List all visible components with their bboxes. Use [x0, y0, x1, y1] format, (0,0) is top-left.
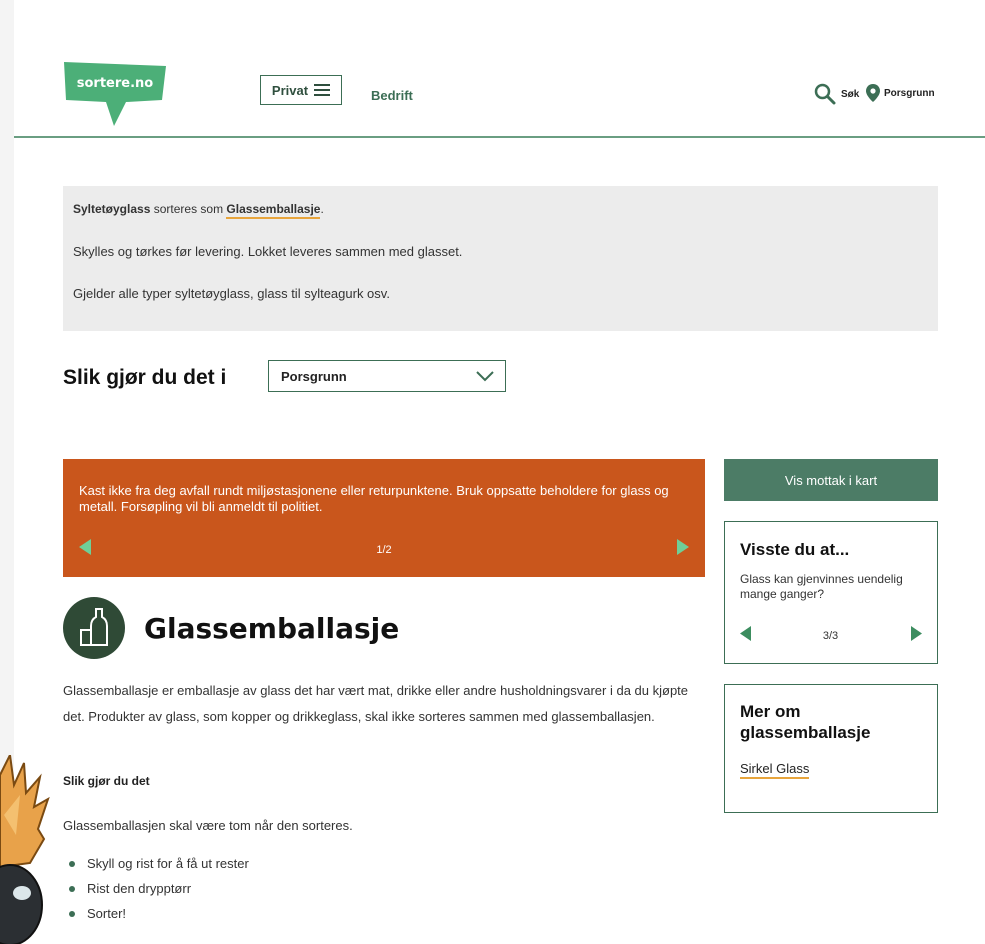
- list-item: Sorter!: [69, 905, 249, 930]
- arrow-right-icon[interactable]: [911, 626, 922, 641]
- category-link[interactable]: Glassemballasje: [226, 202, 321, 219]
- municipality-heading: Slik gjør du det i: [63, 366, 227, 389]
- facts-pager: 3/3: [822, 630, 839, 642]
- notice-message: Kast ikke fra deg avfall rundt miljøstas…: [79, 483, 669, 514]
- category-description: Glassemballasje er emballasje av glass d…: [63, 683, 689, 724]
- hamburger-menu-icon: [314, 84, 331, 96]
- item-name: Syltetøyglass: [73, 202, 151, 216]
- more-about-box: Mer om glassemballasje Sirkel Glass: [724, 684, 938, 813]
- how-to-heading: Slik gjør du det: [63, 774, 150, 788]
- category-title: Glassemballasje: [144, 612, 400, 645]
- sorted-as-text: sorteres som: [153, 202, 224, 216]
- summary-period: .: [320, 202, 324, 216]
- sorting-info-box: Syltetøyglass sorteres som Glassemballas…: [63, 186, 938, 331]
- logo-speech-bubble-icon: [64, 62, 166, 126]
- list-item: Skyll og rist for å få ut rester: [69, 855, 249, 880]
- notice-pager: 1/2: [376, 544, 392, 556]
- how-to-text: Glassemballasjen skal være tom når den s…: [63, 818, 353, 833]
- header-divider: [14, 136, 985, 138]
- did-you-know-box: Visste du at... Glass kan gjenvinnes uen…: [724, 521, 938, 664]
- location-button[interactable]: Porsgrunn: [866, 84, 935, 102]
- sortere-logo[interactable]: sortere.no: [64, 62, 166, 128]
- more-about-title: Mer om glassemballasje: [740, 702, 871, 742]
- show-map-button[interactable]: Vis mottak i kart: [724, 459, 938, 501]
- page: sortere.no Privat Bedrift Søk Porsgrunn …: [14, 0, 985, 944]
- instruction-text: Skylles og tørkes før levering. Lokket l…: [73, 244, 463, 259]
- mascot-character-icon: [0, 755, 50, 944]
- privat-menu-button[interactable]: Privat: [260, 75, 342, 105]
- location-pin-icon: [866, 84, 880, 102]
- scope-text: Gjelder alle typer syltetøyglass, glass …: [73, 286, 390, 301]
- search-icon: [814, 83, 836, 105]
- bedrift-link[interactable]: Bedrift: [371, 88, 413, 103]
- glass-bottle-icon: [63, 597, 125, 659]
- did-you-know-title: Visste du at...: [740, 540, 850, 559]
- arrow-right-icon[interactable]: [677, 539, 689, 555]
- privat-label: Privat: [271, 82, 309, 98]
- did-you-know-text: Glass kan gjenvinnes uendelig mange gang…: [740, 572, 903, 601]
- sorting-summary: Syltetøyglass sorteres som Glassemballas…: [73, 202, 324, 219]
- sirkel-glass-link[interactable]: Sirkel Glass: [740, 761, 810, 779]
- logo-text: sortere.no: [76, 76, 154, 91]
- notice-banner: Kast ikke fra deg avfall rundt miljøstas…: [63, 459, 705, 577]
- municipality-select[interactable]: Porsgrunn: [268, 360, 506, 392]
- list-item: Rist den drypptørr: [69, 880, 249, 905]
- steps-list: Skyll og rist for å få ut rester Rist de…: [69, 855, 249, 930]
- location-label: Porsgrunn: [884, 87, 935, 99]
- chevron-down-icon: [476, 371, 494, 382]
- municipality-value: Porsgrunn: [281, 369, 347, 384]
- search-label: Søk: [841, 88, 860, 100]
- search-button[interactable]: Søk: [814, 83, 859, 105]
